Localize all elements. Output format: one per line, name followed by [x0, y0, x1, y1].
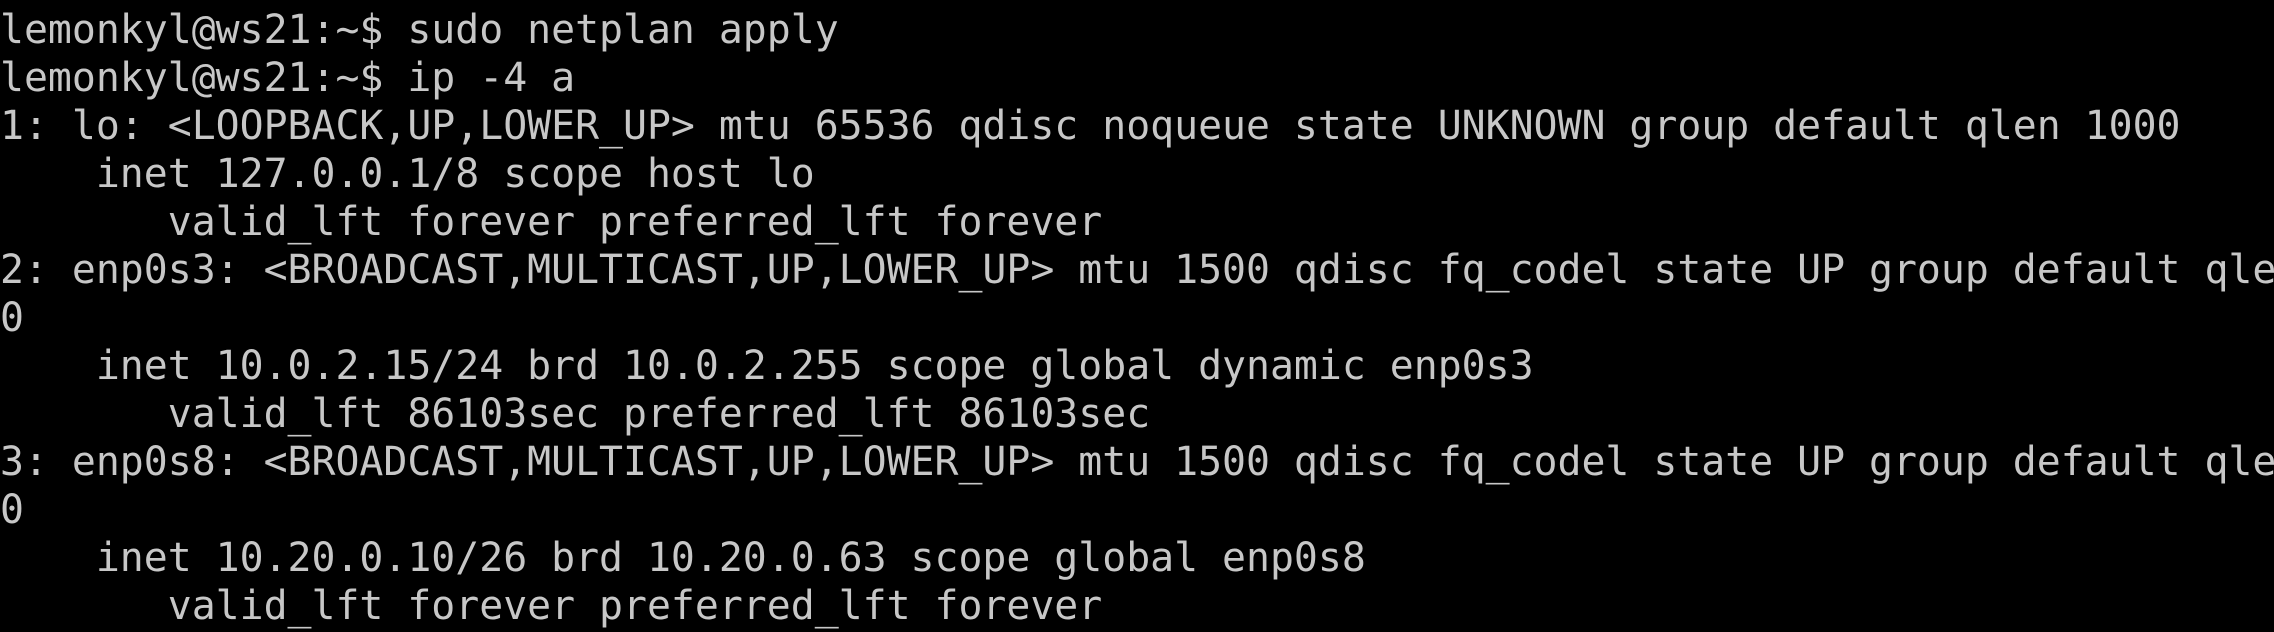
terminal-line-lo-lifetime: valid_lft forever preferred_lft forever: [0, 199, 1103, 245]
terminal-line-enp0s3-inet: inet 10.0.2.15/24 brd 10.0.2.255 scope g…: [0, 343, 1534, 389]
terminal-line-enp0s3-wrap: 0: [0, 295, 24, 341]
terminal-line-command-netplan-apply: lemonkyl@ws21:~$ sudo netplan apply: [0, 7, 839, 53]
terminal-line-enp0s8-inet: inet 10.20.0.10/26 brd 10.20.0.63 scope …: [0, 535, 1366, 581]
terminal-line-interface-lo: 1: lo: <LOOPBACK,UP,LOWER_UP> mtu 65536 …: [0, 103, 2181, 149]
terminal-line-interface-enp0s3: 2: enp0s3: <BROADCAST,MULTICAST,UP,LOWER…: [0, 247, 2274, 293]
terminal-line-interface-enp0s8: 3: enp0s8: <BROADCAST,MULTICAST,UP,LOWER…: [0, 439, 2274, 485]
terminal-line-enp0s3-lifetime: valid_lft 86103sec preferred_lft 86103se…: [0, 391, 1151, 437]
terminal-line-enp0s8-lifetime: valid_lft forever preferred_lft forever: [0, 583, 1103, 629]
terminal-window[interactable]: lemonkyl@ws21:~$ sudo netplan apply lemo…: [0, 0, 2274, 632]
terminal-line-lo-inet: inet 127.0.0.1/8 scope host lo: [0, 151, 815, 197]
terminal-line-enp0s8-wrap: 0: [0, 487, 24, 533]
terminal-line-command-ip-a: lemonkyl@ws21:~$ ip -4 a: [0, 55, 576, 101]
